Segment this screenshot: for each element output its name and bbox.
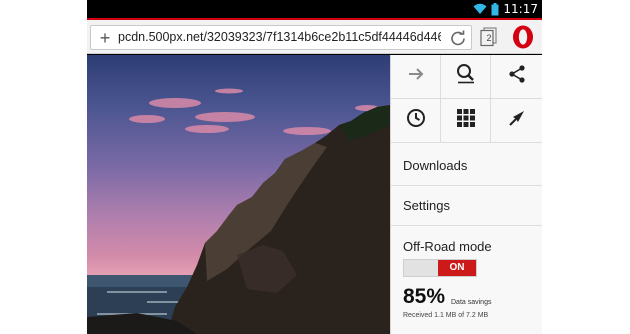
menu-icon-grid: [391, 55, 542, 143]
speed-dial-button[interactable]: [441, 99, 491, 143]
received-data-text: Received 1.1 MB of 7.2 MB: [403, 312, 489, 319]
address-bar[interactable]: + pcdn.500px.net/32039323/7f1314b6ce2b11…: [90, 25, 472, 50]
opera-menu-panel: Downloads Settings Off-Road mode ON 85% …: [390, 55, 542, 334]
off-road-label: Off-Road mode: [403, 239, 492, 254]
tab-count: 2: [486, 33, 492, 43]
toggle-on-state: ON: [438, 260, 476, 276]
plus-icon[interactable]: +: [96, 27, 114, 49]
discover-button[interactable]: [491, 99, 542, 143]
speed-dial-icon: [456, 109, 475, 132]
history-icon: [406, 108, 426, 133]
data-savings-percent: 85%: [403, 285, 446, 308]
wifi-icon: [473, 3, 487, 15]
reload-icon[interactable]: [449, 29, 467, 47]
forward-button[interactable]: [391, 55, 441, 99]
off-road-toggle[interactable]: ON: [403, 259, 477, 277]
settings-menu-item[interactable]: Settings: [391, 186, 542, 226]
status-time: 11:17: [503, 2, 538, 16]
share-icon: [507, 64, 527, 89]
find-in-page-icon: [455, 63, 477, 90]
history-button[interactable]: [391, 99, 441, 143]
share-button[interactable]: [491, 55, 542, 99]
forward-arrow-icon: [406, 64, 426, 89]
opera-menu-icon[interactable]: [510, 24, 536, 50]
tabs-icon[interactable]: 2: [477, 26, 499, 48]
data-savings-label: Data savings: [451, 299, 492, 306]
battery-icon: [491, 2, 499, 16]
downloads-menu-item[interactable]: Downloads: [391, 146, 542, 186]
status-bar: 11:17: [87, 0, 542, 18]
phone-screen: 11:17 + pcdn.500px.net/32039323/7f1314b6…: [87, 0, 542, 334]
discover-icon: [507, 108, 527, 133]
url-text[interactable]: pcdn.500px.net/32039323/7f1314b6ce2b11c5…: [118, 26, 441, 49]
off-road-section: Off-Road mode ON 85% Data savings Receiv…: [391, 226, 542, 334]
web-page-photo: [87, 55, 390, 334]
find-in-page-button[interactable]: [441, 55, 491, 99]
browser-toolbar: + pcdn.500px.net/32039323/7f1314b6ce2b11…: [87, 20, 542, 54]
